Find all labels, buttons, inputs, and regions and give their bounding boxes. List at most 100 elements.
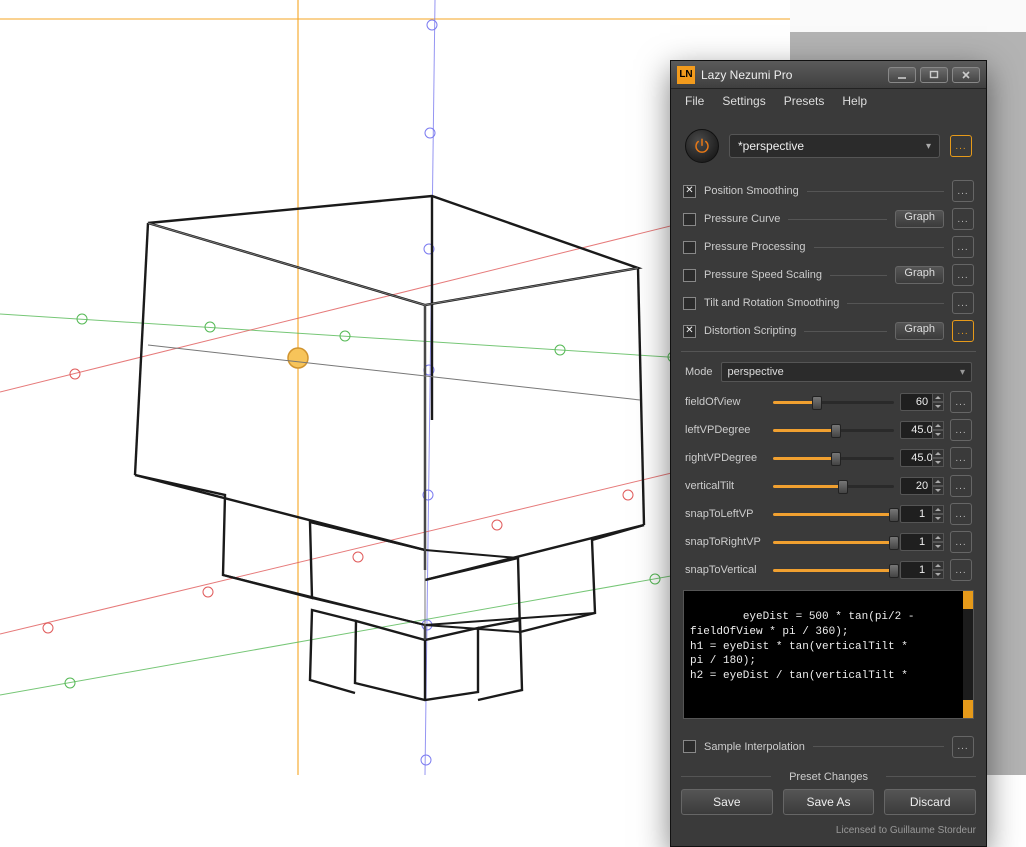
position-smoothing-options-button[interactable]: ... (952, 180, 974, 202)
param-snapToLeftVP-label: snapToLeftVP (685, 508, 767, 520)
param-rightVPDegree-spin[interactable] (932, 449, 944, 467)
code-scrollbar[interactable] (963, 591, 973, 718)
mode-dropdown-value: perspective (728, 366, 784, 378)
pressure-curve-label: Pressure Curve (704, 213, 780, 225)
sample-interpolation-options-button[interactable]: ... (952, 736, 974, 758)
pressure-curve-checkbox[interactable] (683, 213, 696, 226)
param-snapToRightVP-options-button[interactable]: ... (950, 531, 972, 553)
pressure-processing-options-button[interactable]: ... (952, 236, 974, 258)
spin-down-icon[interactable] (932, 570, 944, 579)
param-verticalTilt-label: verticalTilt (685, 480, 767, 492)
window-maximize-button[interactable] (920, 67, 948, 83)
tilt-rotation-smoothing-label: Tilt and Rotation Smoothing (704, 297, 839, 309)
param-leftVPDegree-options-button[interactable]: ... (950, 419, 972, 441)
param-snapToRightVP-spin[interactable] (932, 533, 944, 551)
param-leftVPDegree-slider[interactable] (773, 423, 894, 437)
param-rightVPDegree-label: rightVPDegree (685, 452, 767, 464)
pressure-processing-checkbox[interactable] (683, 241, 696, 254)
param-snapToLeftVP-input[interactable]: 1 (900, 505, 944, 523)
spin-down-icon[interactable] (932, 458, 944, 467)
window-title: Lazy Nezumi Pro (701, 68, 882, 82)
spin-up-icon[interactable] (932, 505, 944, 514)
spin-down-icon[interactable] (932, 514, 944, 523)
window-minimize-button[interactable] (888, 67, 916, 83)
param-snapToVertical-slider[interactable] (773, 563, 894, 577)
position-smoothing-checkbox[interactable] (683, 185, 696, 198)
hidden-bg-top (790, 0, 1026, 32)
param-snapToVertical-options-button[interactable]: ... (950, 559, 972, 581)
param-leftVPDegree-label: leftVPDegree (685, 424, 767, 436)
menu-help[interactable]: Help (834, 91, 875, 111)
param-snapToRightVP-slider[interactable] (773, 535, 894, 549)
pressure-curve-graph-button[interactable]: Graph (895, 210, 944, 228)
param-leftVPDegree-input[interactable]: 45.0 (900, 421, 944, 439)
sample-interpolation-checkbox[interactable] (683, 740, 696, 753)
pressure-speed-scaling-options-button[interactable]: ... (952, 264, 974, 286)
preset-dropdown-value: *perspective (738, 139, 804, 153)
param-snapToLeftVP-options-button[interactable]: ... (950, 503, 972, 525)
param-leftVPDegree-spin[interactable] (932, 421, 944, 439)
param-snapToVertical-spin[interactable] (932, 561, 944, 579)
distortion-scripting-options-button[interactable]: ... (952, 320, 974, 342)
distortion-scripting-checkbox[interactable] (683, 325, 696, 338)
window-close-button[interactable] (952, 67, 980, 83)
param-snapToRightVP-label: snapToRightVP (685, 536, 767, 548)
menu-file[interactable]: File (677, 91, 712, 111)
param-fieldOfView-spin[interactable] (932, 393, 944, 411)
param-rightVPDegree-options-button[interactable]: ... (950, 447, 972, 469)
app-main-window: LN Lazy Nezumi Pro File Settings Presets… (670, 60, 987, 847)
window-titlebar[interactable]: LN Lazy Nezumi Pro (671, 61, 986, 89)
tilt-rotation-smoothing-options-button[interactable]: ... (952, 292, 974, 314)
spin-down-icon[interactable] (932, 402, 944, 411)
preset-dropdown[interactable]: *perspective (729, 134, 940, 158)
position-smoothing-label: Position Smoothing (704, 185, 799, 197)
param-snapToRightVP-input[interactable]: 1 (900, 533, 944, 551)
script-code-textarea[interactable]: eyeDist = 500 * tan(pi/2 - fieldOfView *… (683, 590, 974, 719)
param-snapToVertical-label: snapToVertical (685, 564, 767, 576)
param-snapToLeftVP-spin[interactable] (932, 505, 944, 523)
app-logo-icon: LN (677, 66, 695, 84)
spin-down-icon[interactable] (932, 486, 944, 495)
param-fieldOfView-input[interactable]: 60 (900, 393, 944, 411)
pressure-speed-scaling-graph-button[interactable]: Graph (895, 266, 944, 284)
script-code-content: eyeDist = 500 * tan(pi/2 - fieldOfView *… (690, 611, 914, 682)
spin-up-icon[interactable] (932, 449, 944, 458)
sample-interpolation-label: Sample Interpolation (704, 741, 805, 753)
distortion-scripting-graph-button[interactable]: Graph (895, 322, 944, 340)
param-snapToVertical-input[interactable]: 1 (900, 561, 944, 579)
mode-dropdown[interactable]: perspective (721, 362, 972, 382)
pressure-processing-label: Pressure Processing (704, 241, 806, 253)
menu-presets[interactable]: Presets (776, 91, 833, 111)
preset-changes-label: Preset Changes (789, 771, 868, 783)
pressure-curve-options-button[interactable]: ... (952, 208, 974, 230)
save-button[interactable]: Save (681, 789, 773, 815)
mode-label: Mode (685, 366, 713, 378)
pressure-speed-scaling-label: Pressure Speed Scaling (704, 269, 822, 281)
discard-button[interactable]: Discard (884, 789, 976, 815)
param-rightVPDegree-slider[interactable] (773, 451, 894, 465)
param-fieldOfView-options-button[interactable]: ... (950, 391, 972, 413)
param-verticalTilt-input[interactable]: 20 (900, 477, 944, 495)
param-fieldOfView-label: fieldOfView (685, 396, 767, 408)
power-toggle-button[interactable] (685, 129, 719, 163)
param-fieldOfView-slider[interactable] (773, 395, 894, 409)
menu-bar: File Settings Presets Help (671, 89, 986, 115)
param-rightVPDegree-input[interactable]: 45.0 (900, 449, 944, 467)
spin-up-icon[interactable] (932, 533, 944, 542)
param-verticalTilt-options-button[interactable]: ... (950, 475, 972, 497)
spin-down-icon[interactable] (932, 542, 944, 551)
param-verticalTilt-slider[interactable] (773, 479, 894, 493)
param-snapToLeftVP-slider[interactable] (773, 507, 894, 521)
spin-up-icon[interactable] (932, 477, 944, 486)
spin-up-icon[interactable] (932, 561, 944, 570)
menu-settings[interactable]: Settings (714, 91, 773, 111)
pressure-speed-scaling-checkbox[interactable] (683, 269, 696, 282)
tilt-rotation-smoothing-checkbox[interactable] (683, 297, 696, 310)
spin-up-icon[interactable] (932, 393, 944, 402)
param-verticalTilt-spin[interactable] (932, 477, 944, 495)
distortion-scripting-label: Distortion Scripting (704, 325, 796, 337)
spin-down-icon[interactable] (932, 430, 944, 439)
preset-options-button[interactable]: ... (950, 135, 972, 157)
spin-up-icon[interactable] (932, 421, 944, 430)
save-as-button[interactable]: Save As (783, 789, 875, 815)
